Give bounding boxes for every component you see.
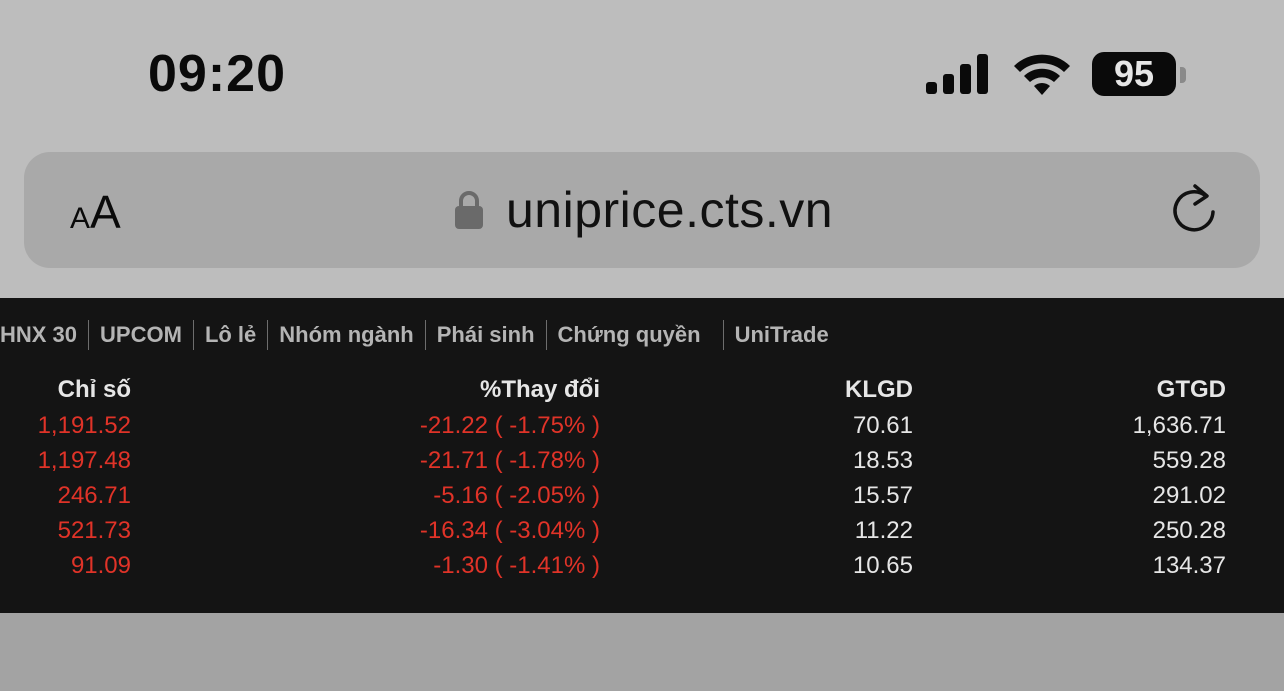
header-change: %Thay đổi xyxy=(479,376,600,403)
battery-tip xyxy=(1180,67,1186,83)
wifi-icon xyxy=(1014,54,1070,95)
index-change: -16.34 ( -3.04% ) xyxy=(419,517,600,544)
url-display[interactable]: uniprice.cts.vn xyxy=(454,180,833,240)
trading-value: 559.28 xyxy=(1152,447,1226,474)
trading-value: 291.02 xyxy=(1152,482,1226,509)
text-size-button[interactable]: A A xyxy=(70,184,140,238)
battery-level: 95 xyxy=(1092,52,1176,96)
table-row[interactable]: 246.71 -5.16 ( -2.05% ) 15.57 291.02 xyxy=(0,482,1284,517)
table-row[interactable]: 1,191.52 -21.22 ( -1.75% ) 70.61 1,636.7… xyxy=(0,412,1284,447)
trading-volume: 11.22 xyxy=(854,517,913,544)
index-change: -1.30 ( -1.41% ) xyxy=(433,552,600,579)
battery-indicator: 95 xyxy=(1092,52,1188,98)
tab-upcom[interactable]: UPCOM xyxy=(89,320,194,350)
index-value: 1,197.48 xyxy=(37,447,131,474)
status-bar: 09:20 95 xyxy=(0,0,1284,150)
trading-volume: 18.53 xyxy=(852,447,913,474)
header-index: Chỉ số xyxy=(57,376,131,403)
table-row[interactable]: 91.09 -1.30 ( -1.41% ) 10.65 134.37 xyxy=(0,552,1284,587)
tab-sector-group[interactable]: Nhóm ngành xyxy=(268,320,426,350)
tab-odd-lot[interactable]: Lô lẻ xyxy=(194,320,269,350)
index-value: 521.73 xyxy=(57,517,131,544)
index-value: 246.71 xyxy=(57,482,131,509)
text-size-small-glyph: A xyxy=(70,202,91,235)
signal-icon xyxy=(926,54,988,94)
index-change: -21.22 ( -1.75% ) xyxy=(419,412,600,439)
tab-unitrade[interactable]: UniTrade xyxy=(724,320,840,350)
table-row[interactable]: 1,197.48 -21.71 ( -1.78% ) 18.53 559.28 xyxy=(0,447,1284,482)
text-size-large-glyph: A xyxy=(90,186,121,238)
trading-value: 250.28 xyxy=(1152,517,1226,544)
trading-value: 134.37 xyxy=(1152,552,1226,579)
address-bar[interactable]: A A uniprice.cts.vn xyxy=(24,152,1260,268)
index-change: -5.16 ( -2.05% ) xyxy=(433,482,600,509)
tab-hnx30[interactable]: HNX 30 xyxy=(0,320,90,350)
index-value: 91.09 xyxy=(70,552,131,579)
tab-warrants[interactable]: Chứng quyền xyxy=(547,320,724,350)
header-value: GTGD xyxy=(1156,376,1226,403)
page-background-bottom xyxy=(0,613,1284,691)
lock-icon xyxy=(455,191,483,229)
table-header: Chỉ số %Thay đổi KLGD GTGD xyxy=(0,376,1284,411)
trading-volume: 15.57 xyxy=(852,482,913,509)
url-text: uniprice.cts.vn xyxy=(506,182,834,238)
tab-derivatives[interactable]: Phái sinh xyxy=(426,320,547,350)
table-row[interactable]: 521.73 -16.34 ( -3.04% ) 11.22 250.28 xyxy=(0,517,1284,552)
market-tabs: HNX 30 UPCOM Lô lẻ Nhóm ngành Phái sinh Chứng… xyxy=(0,320,1284,356)
index-change: -21.71 ( -1.78% ) xyxy=(419,447,600,474)
trading-volume: 10.65 xyxy=(852,552,913,579)
trading-volume: 70.61 xyxy=(852,412,913,439)
index-value: 1,191.52 xyxy=(37,412,131,439)
market-index-panel: HNX 30 UPCOM Lô lẻ Nhóm ngành Phái sinh Chứng… xyxy=(0,298,1284,613)
trading-value: 1,636.71 xyxy=(1132,412,1226,439)
header-volume: KLGD xyxy=(845,376,913,403)
reload-icon[interactable] xyxy=(1168,182,1220,238)
clock-time: 09:20 xyxy=(148,45,286,103)
